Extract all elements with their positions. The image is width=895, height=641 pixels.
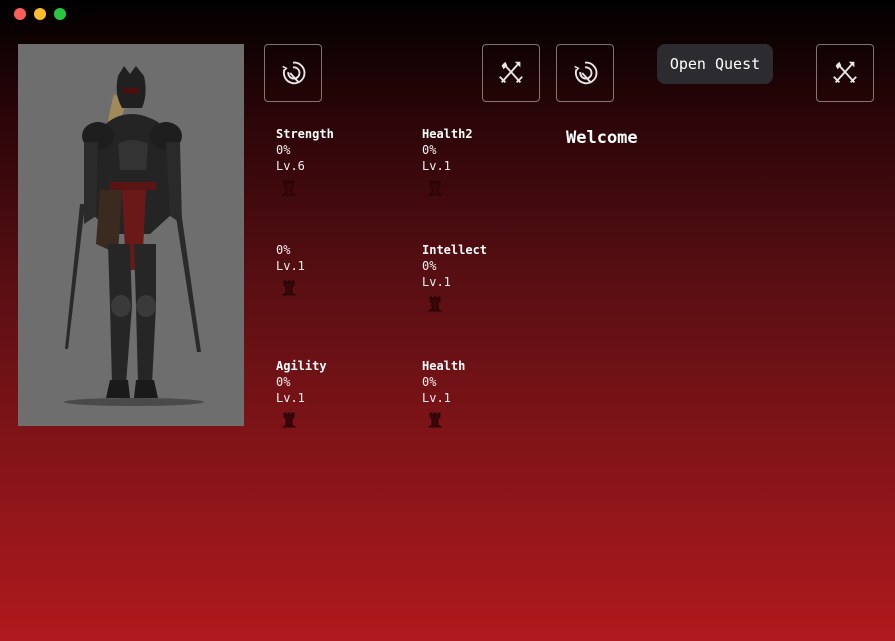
stat-percent: 0% xyxy=(276,143,291,157)
tower-icon[interactable] xyxy=(280,178,298,196)
stat-percent: 0% xyxy=(276,375,291,389)
stat-name: Agility xyxy=(276,359,327,373)
crossed-weapons-icon xyxy=(833,61,857,84)
maximize-window-button[interactable] xyxy=(54,8,66,20)
swirl-icon xyxy=(574,61,598,85)
stat-percent: 0% xyxy=(422,143,437,157)
stat-health2: Health2 0% Lv.1 xyxy=(422,126,542,196)
armored-warrior-portrait xyxy=(64,66,204,406)
stat-unnamed: 0% Lv.1 xyxy=(276,242,396,296)
crossed-weapons-button-1[interactable] xyxy=(482,44,540,102)
stat-level: Lv.1 xyxy=(422,159,451,173)
tower-icon[interactable] xyxy=(426,294,444,312)
swirl-icon xyxy=(282,61,306,85)
stat-intellect: Intellect 0% Lv.1 xyxy=(422,242,542,312)
tower-icon[interactable] xyxy=(280,278,298,296)
stat-strength: Strength 0% Lv.6 xyxy=(276,126,396,196)
stat-percent: 0% xyxy=(276,243,291,257)
welcome-text: Welcome xyxy=(566,128,638,148)
stat-level: Lv.1 xyxy=(422,275,451,289)
crossed-weapons-icon xyxy=(499,61,523,84)
stat-name: Intellect xyxy=(422,243,488,257)
tower-icon[interactable] xyxy=(426,178,444,196)
stat-health: Health 0% Lv.1 xyxy=(422,358,542,428)
stat-agility: Agility 0% Lv.1 xyxy=(276,358,396,428)
tower-icon[interactable] xyxy=(426,410,444,428)
crossed-weapons-button-2[interactable] xyxy=(816,44,874,102)
swirl-action-button-right[interactable] xyxy=(556,44,614,102)
open-quest-button[interactable]: Open Quest xyxy=(657,44,773,84)
stat-name: Strength xyxy=(276,127,334,141)
stat-name: Health2 xyxy=(422,127,473,141)
stat-level: Lv.6 xyxy=(276,159,305,173)
close-window-button[interactable] xyxy=(14,8,26,20)
stat-name: Health xyxy=(422,359,466,373)
stat-level: Lv.1 xyxy=(276,259,305,273)
stat-percent: 0% xyxy=(422,375,437,389)
minimize-window-button[interactable] xyxy=(34,8,46,20)
stat-percent: 0% xyxy=(422,259,437,273)
swirl-action-button-left[interactable] xyxy=(264,44,322,102)
stat-level: Lv.1 xyxy=(422,391,451,405)
character-portrait xyxy=(18,44,244,426)
tower-icon[interactable] xyxy=(280,410,298,428)
window-titlebar xyxy=(0,0,895,28)
stat-level: Lv.1 xyxy=(276,391,305,405)
